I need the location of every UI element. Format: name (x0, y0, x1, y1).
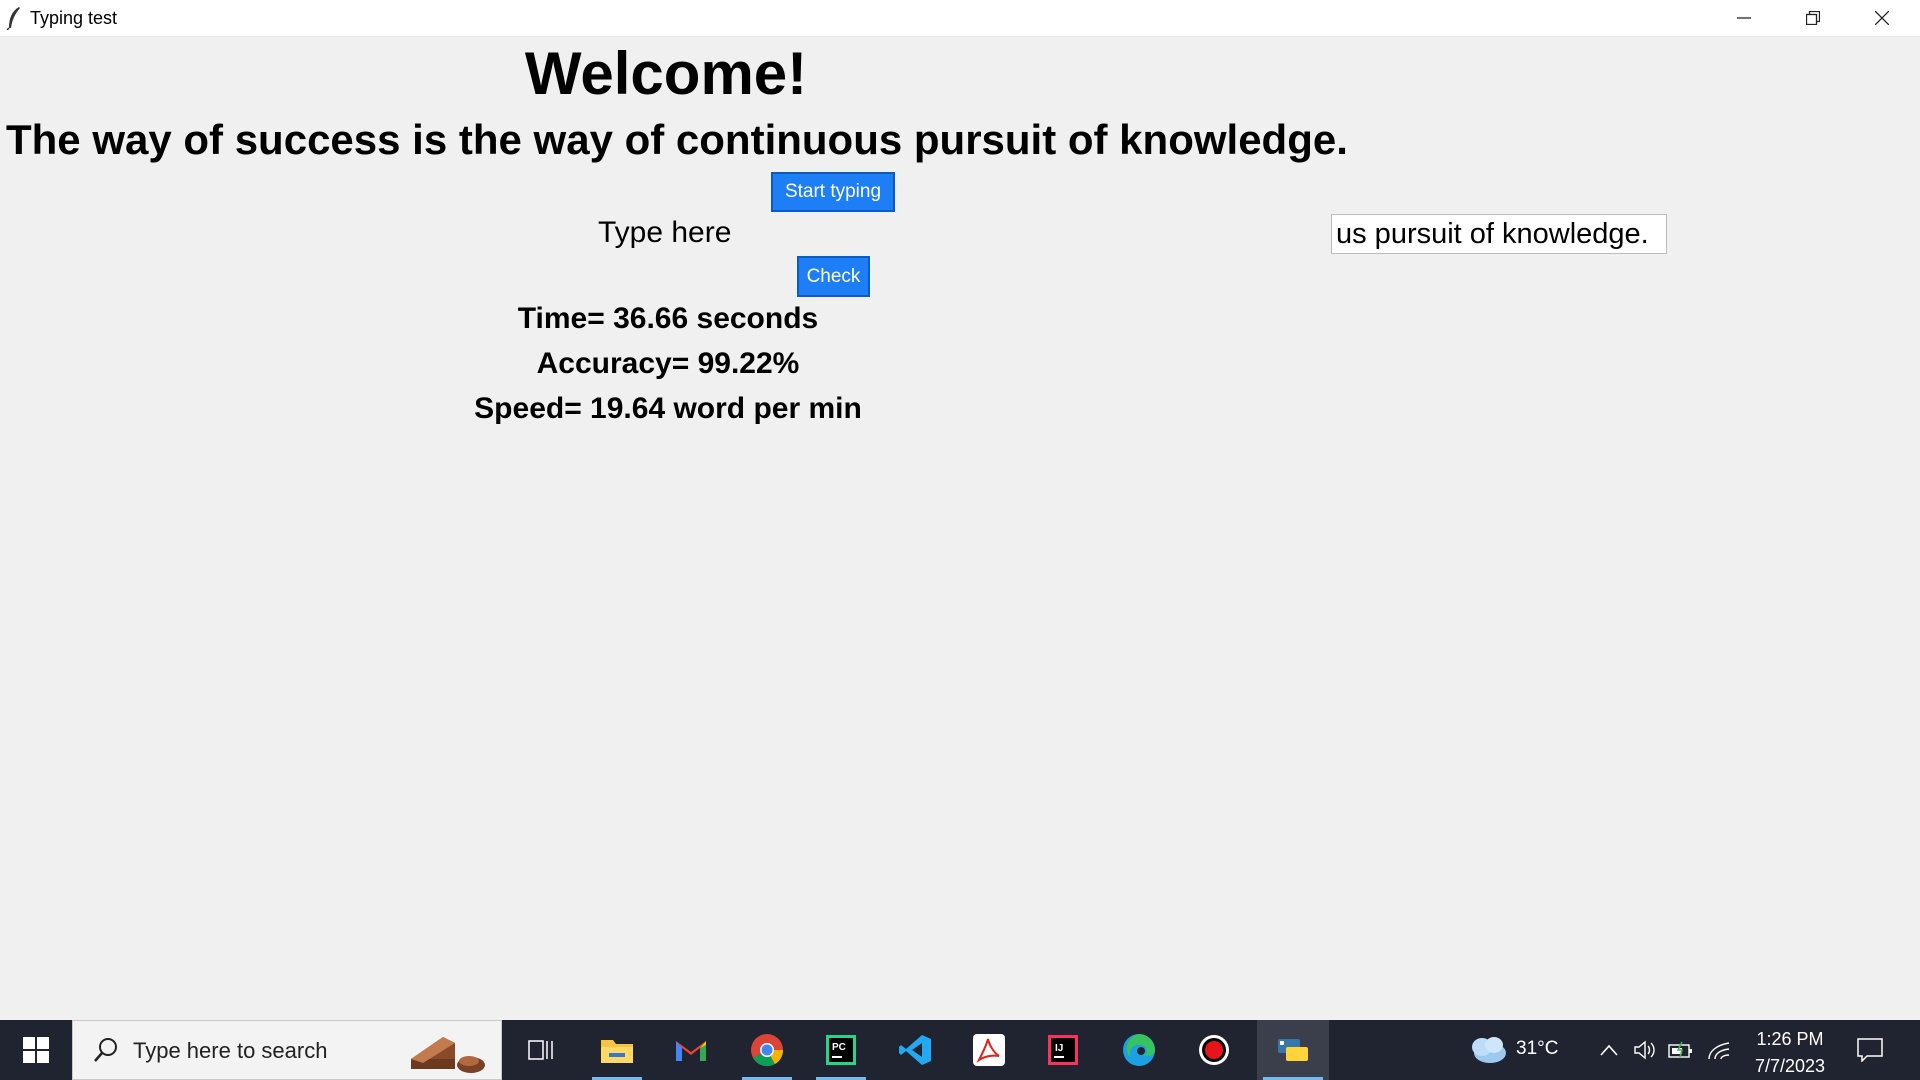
edge-button[interactable] (1108, 1020, 1170, 1080)
svg-text:PC: PC (832, 1042, 846, 1053)
battery-button[interactable] (1666, 1020, 1696, 1080)
volume-button[interactable] (1630, 1020, 1660, 1080)
pycharm-button[interactable]: PC (810, 1020, 872, 1080)
clock-time: 1:26 PM (1756, 1029, 1824, 1049)
intellij-icon: IJ (1048, 1035, 1078, 1065)
accuracy-result: Accuracy= 99.22% (536, 347, 800, 380)
weather-button[interactable] (1462, 1020, 1514, 1080)
pdf-reader-button[interactable] (958, 1020, 1020, 1080)
python-app-button[interactable] (1257, 1020, 1329, 1080)
show-hidden-icons-button[interactable] (1594, 1020, 1624, 1080)
intellij-button[interactable]: IJ (1032, 1020, 1094, 1080)
record-icon (1199, 1035, 1229, 1065)
close-button[interactable] (1848, 0, 1916, 36)
wifi-icon (1708, 1042, 1730, 1060)
task-view-button[interactable] (510, 1020, 572, 1080)
minimize-button[interactable] (1710, 0, 1778, 36)
svg-text:IJ: IJ (1055, 1043, 1063, 1054)
taskbar-clock[interactable]: 1:26 PM 7/7/2023 (1738, 1026, 1842, 1080)
search-icon (93, 1037, 119, 1068)
task-view-icon (528, 1040, 553, 1060)
app-window: Typing test Welcome! The way of success … (0, 0, 1920, 1020)
gmail-icon (676, 1041, 706, 1061)
notification-icon (1857, 1038, 1883, 1062)
start-button[interactable] (0, 1020, 72, 1080)
speaker-icon (1634, 1040, 1655, 1060)
feather-icon (6, 6, 22, 31)
chrome-button[interactable] (736, 1020, 798, 1080)
pycharm-icon: PC (826, 1035, 856, 1065)
battery-icon (1668, 1041, 1692, 1058)
start-typing-button[interactable]: Start typing (771, 172, 895, 212)
title-bar[interactable]: Typing test (0, 0, 1920, 37)
adobe-reader-icon (973, 1034, 1005, 1066)
vscode-icon (899, 1035, 931, 1065)
vscode-button[interactable] (884, 1020, 946, 1080)
welcome-heading: Welcome! (524, 40, 808, 107)
quote-text: The way of success is the way of continu… (6, 116, 1348, 163)
chrome-icon (751, 1034, 784, 1067)
file-explorer-button[interactable] (586, 1020, 648, 1080)
cloud-icon (1472, 1037, 1506, 1063)
chevron-up-icon (1600, 1044, 1618, 1056)
windows-icon (23, 1037, 49, 1063)
search-placeholder: Type here to search (133, 1038, 328, 1063)
taskbar: Type here to search PC IJ 31°C 1:26 PM 7… (0, 1020, 1920, 1080)
weather-temperature: 31°C (1516, 1038, 1559, 1059)
check-button[interactable]: Check (797, 256, 870, 297)
clock-date: 7/7/2023 (1754, 1056, 1826, 1076)
restore-button[interactable] (1779, 0, 1847, 36)
speed-result: Speed= 19.64 word per min (474, 392, 862, 425)
cake-icon (403, 1029, 493, 1080)
window-title: Typing test (30, 8, 118, 28)
gmail-button[interactable] (660, 1020, 722, 1080)
type-here-label: Type here (598, 216, 732, 249)
folder-icon (601, 1040, 633, 1063)
wifi-button[interactable] (1704, 1020, 1734, 1080)
notifications-button[interactable] (1840, 1020, 1900, 1080)
typing-input[interactable]: us pursuit of knowledge. (1331, 214, 1667, 254)
time-result: Time= 36.66 seconds (517, 302, 819, 335)
taskbar-search-box[interactable]: Type here to search (72, 1020, 502, 1080)
recorder-button[interactable] (1183, 1020, 1245, 1080)
edge-icon (1123, 1034, 1155, 1066)
python-icon (1278, 1039, 1308, 1061)
